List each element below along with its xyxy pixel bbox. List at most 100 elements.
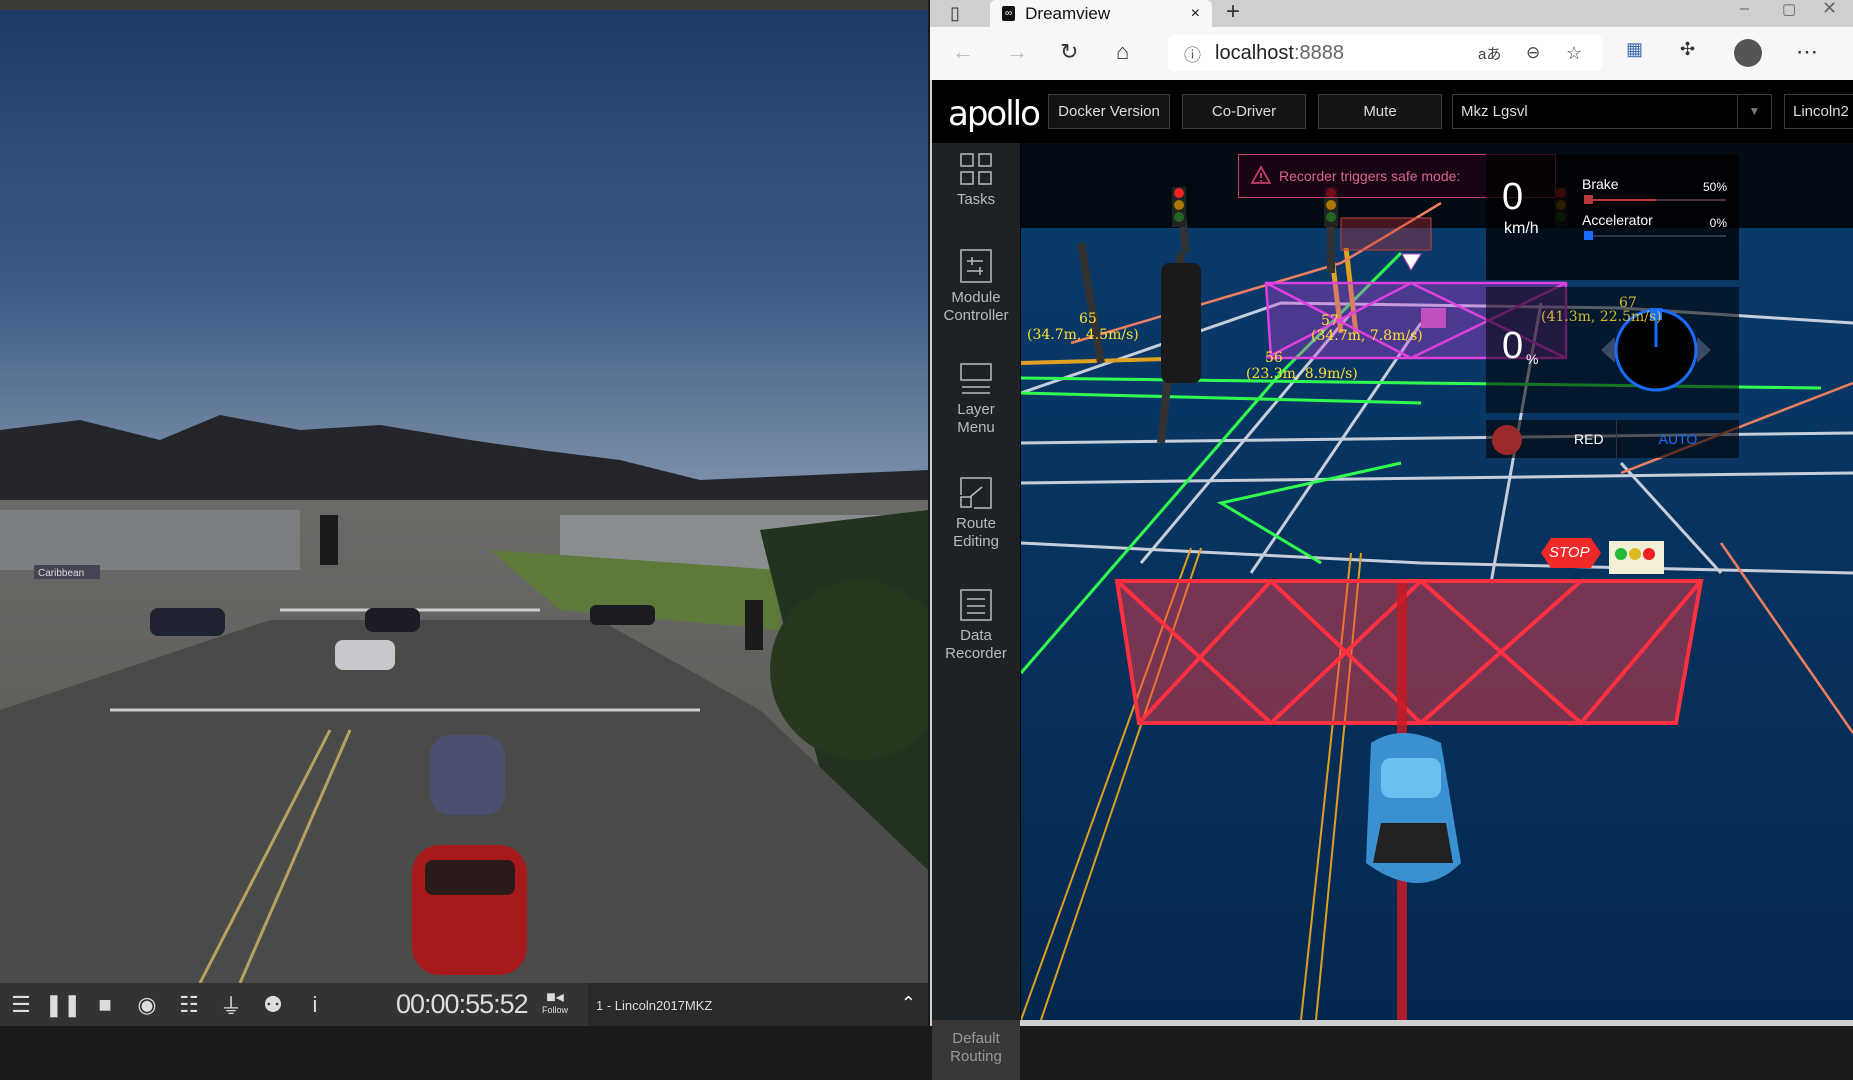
sidebar-label: Controller bbox=[943, 307, 1009, 324]
address-bar[interactable]: ⓘ localhost:8888 aあ ⊖ ☆ bbox=[1168, 35, 1602, 71]
camera-icon: ■◂ bbox=[546, 989, 564, 1006]
sidebar-label: Layer bbox=[957, 401, 995, 418]
sidebar-item-module-controller[interactable]: Module Controller bbox=[932, 249, 1020, 325]
sidebar-item-route-editing[interactable]: Route Editing bbox=[932, 477, 1020, 551]
simulation-time: 00:00:55:52 bbox=[396, 989, 529, 1019]
navigation-bar: ← → ↻ ⌂ ⓘ localhost:8888 aあ ⊖ ☆ ▦ ✣ ⋯ bbox=[930, 27, 1853, 80]
home-icon[interactable]: ⌂ bbox=[1116, 39, 1129, 65]
forward-icon[interactable]: → bbox=[1006, 39, 1028, 65]
sidebar: Tasks Module Controller Layer Menu Route… bbox=[932, 143, 1020, 1080]
url-port: :8888 bbox=[1293, 41, 1344, 64]
tab-actions-icon[interactable]: ▯ bbox=[950, 3, 960, 24]
module-controller-icon bbox=[960, 249, 992, 283]
3d-scene-view[interactable]: STOP 65 (34.7m, 4.5m/s) 57 (34.7m, 7.8m/… bbox=[1021, 143, 1853, 1020]
sidebar-label: Recorder bbox=[945, 645, 1007, 662]
new-tab-icon[interactable]: + bbox=[1226, 0, 1240, 26]
browser-window: ▯ ∞ Dreamview × + – ▢ ✕ ← → ↻ ⌂ ⓘ localh… bbox=[930, 0, 1853, 1080]
signal-mode-panel: RED AUTO bbox=[1486, 420, 1739, 458]
sidebar-item-layer-menu[interactable]: Layer Menu bbox=[932, 363, 1020, 437]
more-icon[interactable]: ⋯ bbox=[1796, 39, 1818, 65]
street-sign: Caribbean bbox=[38, 568, 84, 579]
mode-select[interactable]: Mkz Lgsvl ▼ bbox=[1452, 94, 1772, 129]
chevron-up-icon[interactable]: ⌃ bbox=[901, 993, 916, 1014]
alert-message: Recorder triggers safe mode: bbox=[1279, 168, 1461, 184]
speed-pedal-panel: 0 km/h Brake 50% Accelerator 0% bbox=[1486, 154, 1739, 280]
default-routing-label: Default bbox=[952, 1030, 1000, 1047]
speed-unit: km/h bbox=[1504, 220, 1539, 237]
obstacle-info: (23.3m, 8.9m/s) bbox=[1246, 366, 1358, 382]
stop-icon[interactable]: ■ bbox=[84, 983, 126, 1026]
warning-icon bbox=[1251, 165, 1271, 184]
minimize-icon[interactable]: – bbox=[1740, 0, 1749, 18]
steering-unit: % bbox=[1526, 351, 1539, 367]
brake-value: 50% bbox=[1702, 180, 1727, 194]
mode-select-value: Mkz Lgsvl bbox=[1461, 103, 1528, 120]
obstacle-id: 57 bbox=[1321, 313, 1339, 329]
close-tab-icon[interactable]: × bbox=[1191, 5, 1200, 23]
extensions-puzzle-icon[interactable]: ✣ bbox=[1680, 39, 1695, 60]
tab-bar: ▯ ∞ Dreamview × + – ▢ ✕ bbox=[930, 0, 1853, 27]
favorite-icon[interactable]: ☆ bbox=[1566, 43, 1582, 64]
gamepad-icon[interactable]: ⚉ bbox=[252, 983, 294, 1026]
translate-icon[interactable]: aあ bbox=[1478, 43, 1501, 64]
docker-version-button[interactable]: Docker Version bbox=[1048, 94, 1170, 129]
stop-sign-icon: STOP bbox=[1541, 538, 1601, 568]
accelerator-bar bbox=[1584, 231, 1726, 240]
info-icon[interactable]: ⓘ bbox=[1184, 41, 1201, 66]
stop-fence bbox=[1114, 578, 1704, 726]
brake-bar bbox=[1584, 195, 1726, 204]
route-editing-icon bbox=[960, 477, 992, 509]
favicon-icon: ∞ bbox=[1002, 6, 1016, 21]
eye-icon[interactable]: ◉ bbox=[126, 983, 168, 1026]
traffic-light-icon bbox=[1172, 187, 1186, 227]
close-window-icon[interactable]: ✕ bbox=[1822, 0, 1837, 19]
accelerator-label: Accelerator bbox=[1582, 212, 1653, 228]
co-driver-button[interactable]: Co-Driver bbox=[1182, 94, 1306, 129]
obstacle-marker-icon bbox=[1421, 308, 1446, 328]
stop-sign-label: STOP bbox=[1549, 544, 1590, 561]
zoom-out-icon[interactable]: ⊖ bbox=[1526, 43, 1540, 63]
vehicle-selector[interactable]: 1 - Lincoln2017MKZ ⌃ bbox=[588, 983, 928, 1026]
sidebar-item-tasks[interactable]: Tasks bbox=[932, 153, 1020, 209]
chevron-down-icon[interactable]: ▼ bbox=[1737, 95, 1771, 128]
default-routing-button[interactable]: Default Routing bbox=[932, 1020, 1020, 1080]
vehicle-select[interactable]: Lincoln2 bbox=[1784, 94, 1853, 129]
sidebar-label: Tasks bbox=[956, 191, 996, 208]
sidebar-item-data-recorder[interactable]: Data Recorder bbox=[932, 589, 1020, 663]
traffic-signal-status: RED bbox=[1574, 431, 1604, 447]
drive-mode: AUTO bbox=[1616, 420, 1739, 458]
simulator-window: Caribbean ☰ ❚❚ ■ ◉ ☷ ⏚ ⚉ i 00:00:55:52 ■… bbox=[0, 0, 928, 1026]
simulator-vehicle-red bbox=[412, 845, 527, 975]
vehicle-name: 1 - Lincoln2017MKZ bbox=[596, 998, 713, 1013]
data-recorder-icon bbox=[960, 589, 992, 621]
mute-button[interactable]: Mute bbox=[1318, 94, 1442, 129]
layer-menu-icon bbox=[960, 363, 992, 394]
follow-camera-button[interactable]: ■◂ Follow bbox=[540, 987, 570, 1015]
sidebar-label: Editing bbox=[953, 533, 999, 550]
refresh-icon[interactable]: ↻ bbox=[1060, 39, 1078, 65]
follow-label: Follow bbox=[541, 1005, 568, 1015]
simulator-titlebar bbox=[0, 0, 928, 10]
info-icon[interactable]: i bbox=[294, 983, 336, 1026]
extension-icon[interactable]: ▦ bbox=[1626, 39, 1643, 60]
obstacle-info: (34.7m, 7.8m/s) bbox=[1311, 328, 1423, 344]
obstacle-id: 65 bbox=[1079, 311, 1097, 327]
traffic-signal-board-icon bbox=[1609, 541, 1664, 574]
profile-avatar[interactable] bbox=[1734, 39, 1762, 67]
plug-icon[interactable]: ⏚ bbox=[210, 983, 252, 1026]
url-host: localhost bbox=[1215, 41, 1294, 64]
default-routing-label: Routing bbox=[950, 1048, 1002, 1065]
dreamview-header: apollo Docker Version Co-Driver Mute Mkz… bbox=[932, 80, 1853, 143]
back-icon[interactable]: ← bbox=[952, 39, 974, 65]
maximize-icon[interactable]: ▢ bbox=[1782, 0, 1796, 18]
simulator-toolbar: ☰ ❚❚ ■ ◉ ☷ ⏚ ⚉ i 00:00:55:52 ■◂ Follow 1… bbox=[0, 983, 928, 1026]
pause-icon[interactable]: ❚❚ bbox=[42, 983, 84, 1026]
traffic-light-indicator bbox=[1492, 425, 1522, 455]
tab-dreamview[interactable]: ∞ Dreamview × bbox=[990, 0, 1212, 27]
tab-title: Dreamview bbox=[1025, 3, 1111, 23]
sliders-icon[interactable]: ☷ bbox=[168, 983, 210, 1026]
steering-panel: 0 % bbox=[1486, 287, 1739, 413]
menu-icon[interactable]: ☰ bbox=[0, 983, 42, 1026]
steering-wheel-icon bbox=[1601, 308, 1711, 392]
speed-value: 0 bbox=[1502, 176, 1524, 218]
